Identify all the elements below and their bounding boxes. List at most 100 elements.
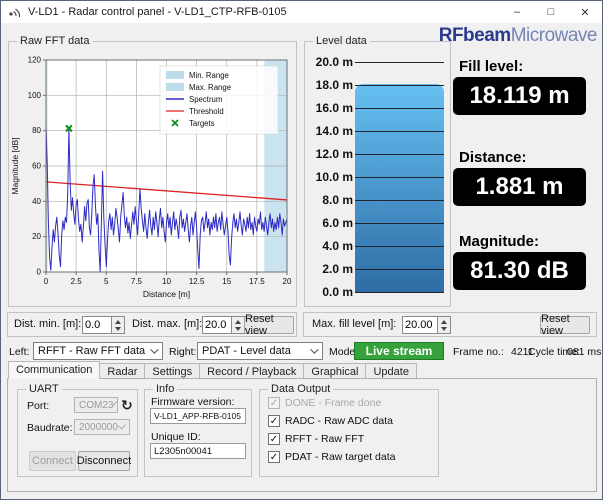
checkbox-label: PDAT - Raw target data — [285, 451, 396, 463]
checkbox-label: DONE - Frame done — [285, 397, 382, 409]
max-fill-input[interactable] — [402, 316, 438, 334]
port-value: COM23 — [79, 399, 114, 411]
cycle-time-value: 081 ms — [567, 346, 602, 358]
disconnect-button[interactable]: Disconnect — [77, 451, 131, 471]
tab-bar: Communication Radar Settings Record / Pl… — [8, 361, 417, 379]
checkbox-rfft-raw-fft[interactable]: ✓ RFFT - Raw FFT — [268, 432, 364, 446]
svg-text:Distance [m]: Distance [m] — [143, 289, 190, 299]
logo-rfbeam: RFbeam — [438, 25, 511, 46]
app-window: V-LD1 - Radar control panel - V-LD1_CTP-… — [0, 0, 603, 500]
connect-button[interactable]: Connect — [29, 451, 76, 471]
level-panel: Level data 20.0 m 18.0 m 16.0 m 14.0 m 12.0 … — [304, 35, 451, 307]
checkbox-icon: ✓ — [268, 433, 280, 445]
baudrate-label: Baudrate: — [27, 422, 73, 434]
spin-up-icon[interactable] — [235, 319, 241, 324]
tab-radar[interactable]: Radar — [99, 363, 146, 379]
svg-text:Max. Range: Max. Range — [189, 83, 231, 92]
tank-tick-label: 2.0 m — [322, 262, 353, 276]
fill-level-value: 18.119 m — [453, 77, 586, 115]
rfbeam-logo: RFbeamMicrowave — [437, 25, 598, 47]
fft-reset-view-button[interactable]: Reset view — [244, 313, 294, 337]
dist-min-stepper[interactable] — [82, 316, 125, 334]
tank-tick-line — [355, 131, 444, 132]
svg-text:Threshold: Threshold — [189, 107, 224, 116]
right-channel-value: PDAT - Level data — [202, 345, 291, 357]
svg-text:60: 60 — [32, 162, 41, 171]
chevron-down-icon — [112, 401, 118, 407]
magnitude-label: Magnitude: — [459, 233, 539, 250]
info-panel: Info Firmware version: V-LD1_APP-RFB-010… — [144, 383, 252, 477]
tank-tick-label: 12.0 m — [315, 147, 353, 161]
port-select[interactable]: COM23 — [74, 397, 118, 413]
tab-update[interactable]: Update — [365, 363, 417, 379]
right-channel-label: Right: — [169, 346, 197, 358]
frame-no-label: Frame no.: — [453, 346, 504, 358]
tab-communication[interactable]: Communication — [8, 361, 101, 379]
svg-text:5: 5 — [104, 277, 109, 286]
window-title: V-LD1 - Radar control panel - V-LD1_CTP-… — [28, 6, 287, 18]
dist-min-input[interactable] — [82, 316, 112, 334]
checkbox-icon: ✓ — [268, 415, 280, 427]
fft-panel-title: Raw FFT data — [17, 35, 93, 47]
unique-id-field[interactable]: L2305n00041 — [150, 443, 246, 459]
chevron-down-icon — [150, 345, 159, 354]
logo-microwave: Microwave — [510, 25, 598, 46]
tank-tick-label: 4.0 m — [322, 239, 353, 253]
data-output-panel: Data Output ✓ DONE - Frame done ✓ RADC -… — [259, 383, 439, 477]
level-reset-view-button[interactable]: Reset view — [540, 313, 590, 337]
port-label: Port: — [27, 400, 50, 412]
close-icon[interactable]: ✕ — [568, 1, 602, 23]
svg-text:0: 0 — [44, 277, 49, 286]
baudrate-value: 2000000 — [79, 421, 118, 433]
tank-tick-label: 8.0 m — [322, 193, 353, 207]
checkbox-label: RADC - Raw ADC data — [285, 415, 393, 427]
tank-tick-label: 20.0 m — [315, 55, 353, 69]
svg-text:10: 10 — [162, 277, 171, 286]
tank-tick-line — [355, 200, 444, 201]
baudrate-select[interactable]: 2000000 — [74, 419, 130, 435]
distance-label: Distance: — [459, 149, 527, 166]
tank-tick-line — [355, 62, 444, 63]
tab-settings[interactable]: Settings — [144, 363, 201, 379]
checkbox-done-frame-done[interactable]: ✓ DONE - Frame done — [268, 396, 381, 410]
tank-fill — [355, 83, 444, 292]
svg-text:17.5: 17.5 — [249, 277, 265, 286]
tank-tick-line — [355, 154, 444, 155]
dist-max-label: Dist. max. [m]: — [132, 318, 203, 330]
dist-max-stepper[interactable] — [202, 316, 245, 334]
tank-tick-line — [355, 177, 444, 178]
max-fill-stepper[interactable] — [402, 316, 451, 334]
spin-down-icon[interactable] — [235, 326, 241, 331]
tank-tick-label: 16.0 m — [315, 101, 353, 115]
mode-live-stream-badge: Live stream — [354, 342, 444, 360]
firmware-version-field[interactable]: V-LD1_APP-RFB-0105 — [150, 408, 246, 424]
svg-text:12.5: 12.5 — [189, 277, 205, 286]
tank-tick-line — [355, 223, 444, 224]
max-fill-label: Max. fill level [m]: — [312, 318, 397, 330]
minimize-icon[interactable]: – — [500, 1, 534, 23]
spin-up-icon[interactable] — [441, 319, 447, 324]
checkbox-radc-raw-adc[interactable]: ✓ RADC - Raw ADC data — [268, 414, 393, 428]
fft-chart[interactable]: 0 2.5 5 7.5 10 12.5 15 17.5 20 0 20 40 60 80 100 120 Dis… — [10, 48, 295, 304]
right-channel-select[interactable]: PDAT - Level data — [197, 342, 323, 360]
spin-down-icon[interactable] — [115, 326, 121, 331]
tab-record-playback[interactable]: Record / Playback — [199, 363, 305, 379]
spin-up-icon[interactable] — [115, 319, 121, 324]
svg-text:Min. Range: Min. Range — [189, 71, 229, 80]
tank-tick-line — [355, 246, 444, 247]
svg-text:40: 40 — [32, 197, 41, 206]
tank-tick-label: 10.0 m — [315, 170, 353, 184]
spin-down-icon[interactable] — [441, 326, 447, 331]
refresh-ports-icon[interactable]: ↻ — [121, 398, 133, 412]
svg-text:120: 120 — [28, 56, 42, 65]
checkbox-label: RFFT - Raw FFT — [285, 433, 365, 445]
maximize-icon[interactable]: □ — [534, 1, 568, 23]
left-channel-select[interactable]: RFFT - Raw FFT data — [33, 342, 163, 360]
checkbox-pdat-raw-target[interactable]: ✓ PDAT - Raw target data — [268, 450, 396, 464]
tank-tick-line — [355, 108, 444, 109]
dist-max-input[interactable] — [202, 316, 232, 334]
tab-graphical[interactable]: Graphical — [303, 363, 367, 379]
left-channel-value: RFFT - Raw FFT data — [38, 345, 146, 357]
level-controls-row: Max. fill level [m]: Reset view — [303, 312, 597, 337]
fft-panel: Raw FFT data 0 2.5 5 7.5 10 12.5 15 17.5 20 0 20 40… — [8, 35, 297, 307]
